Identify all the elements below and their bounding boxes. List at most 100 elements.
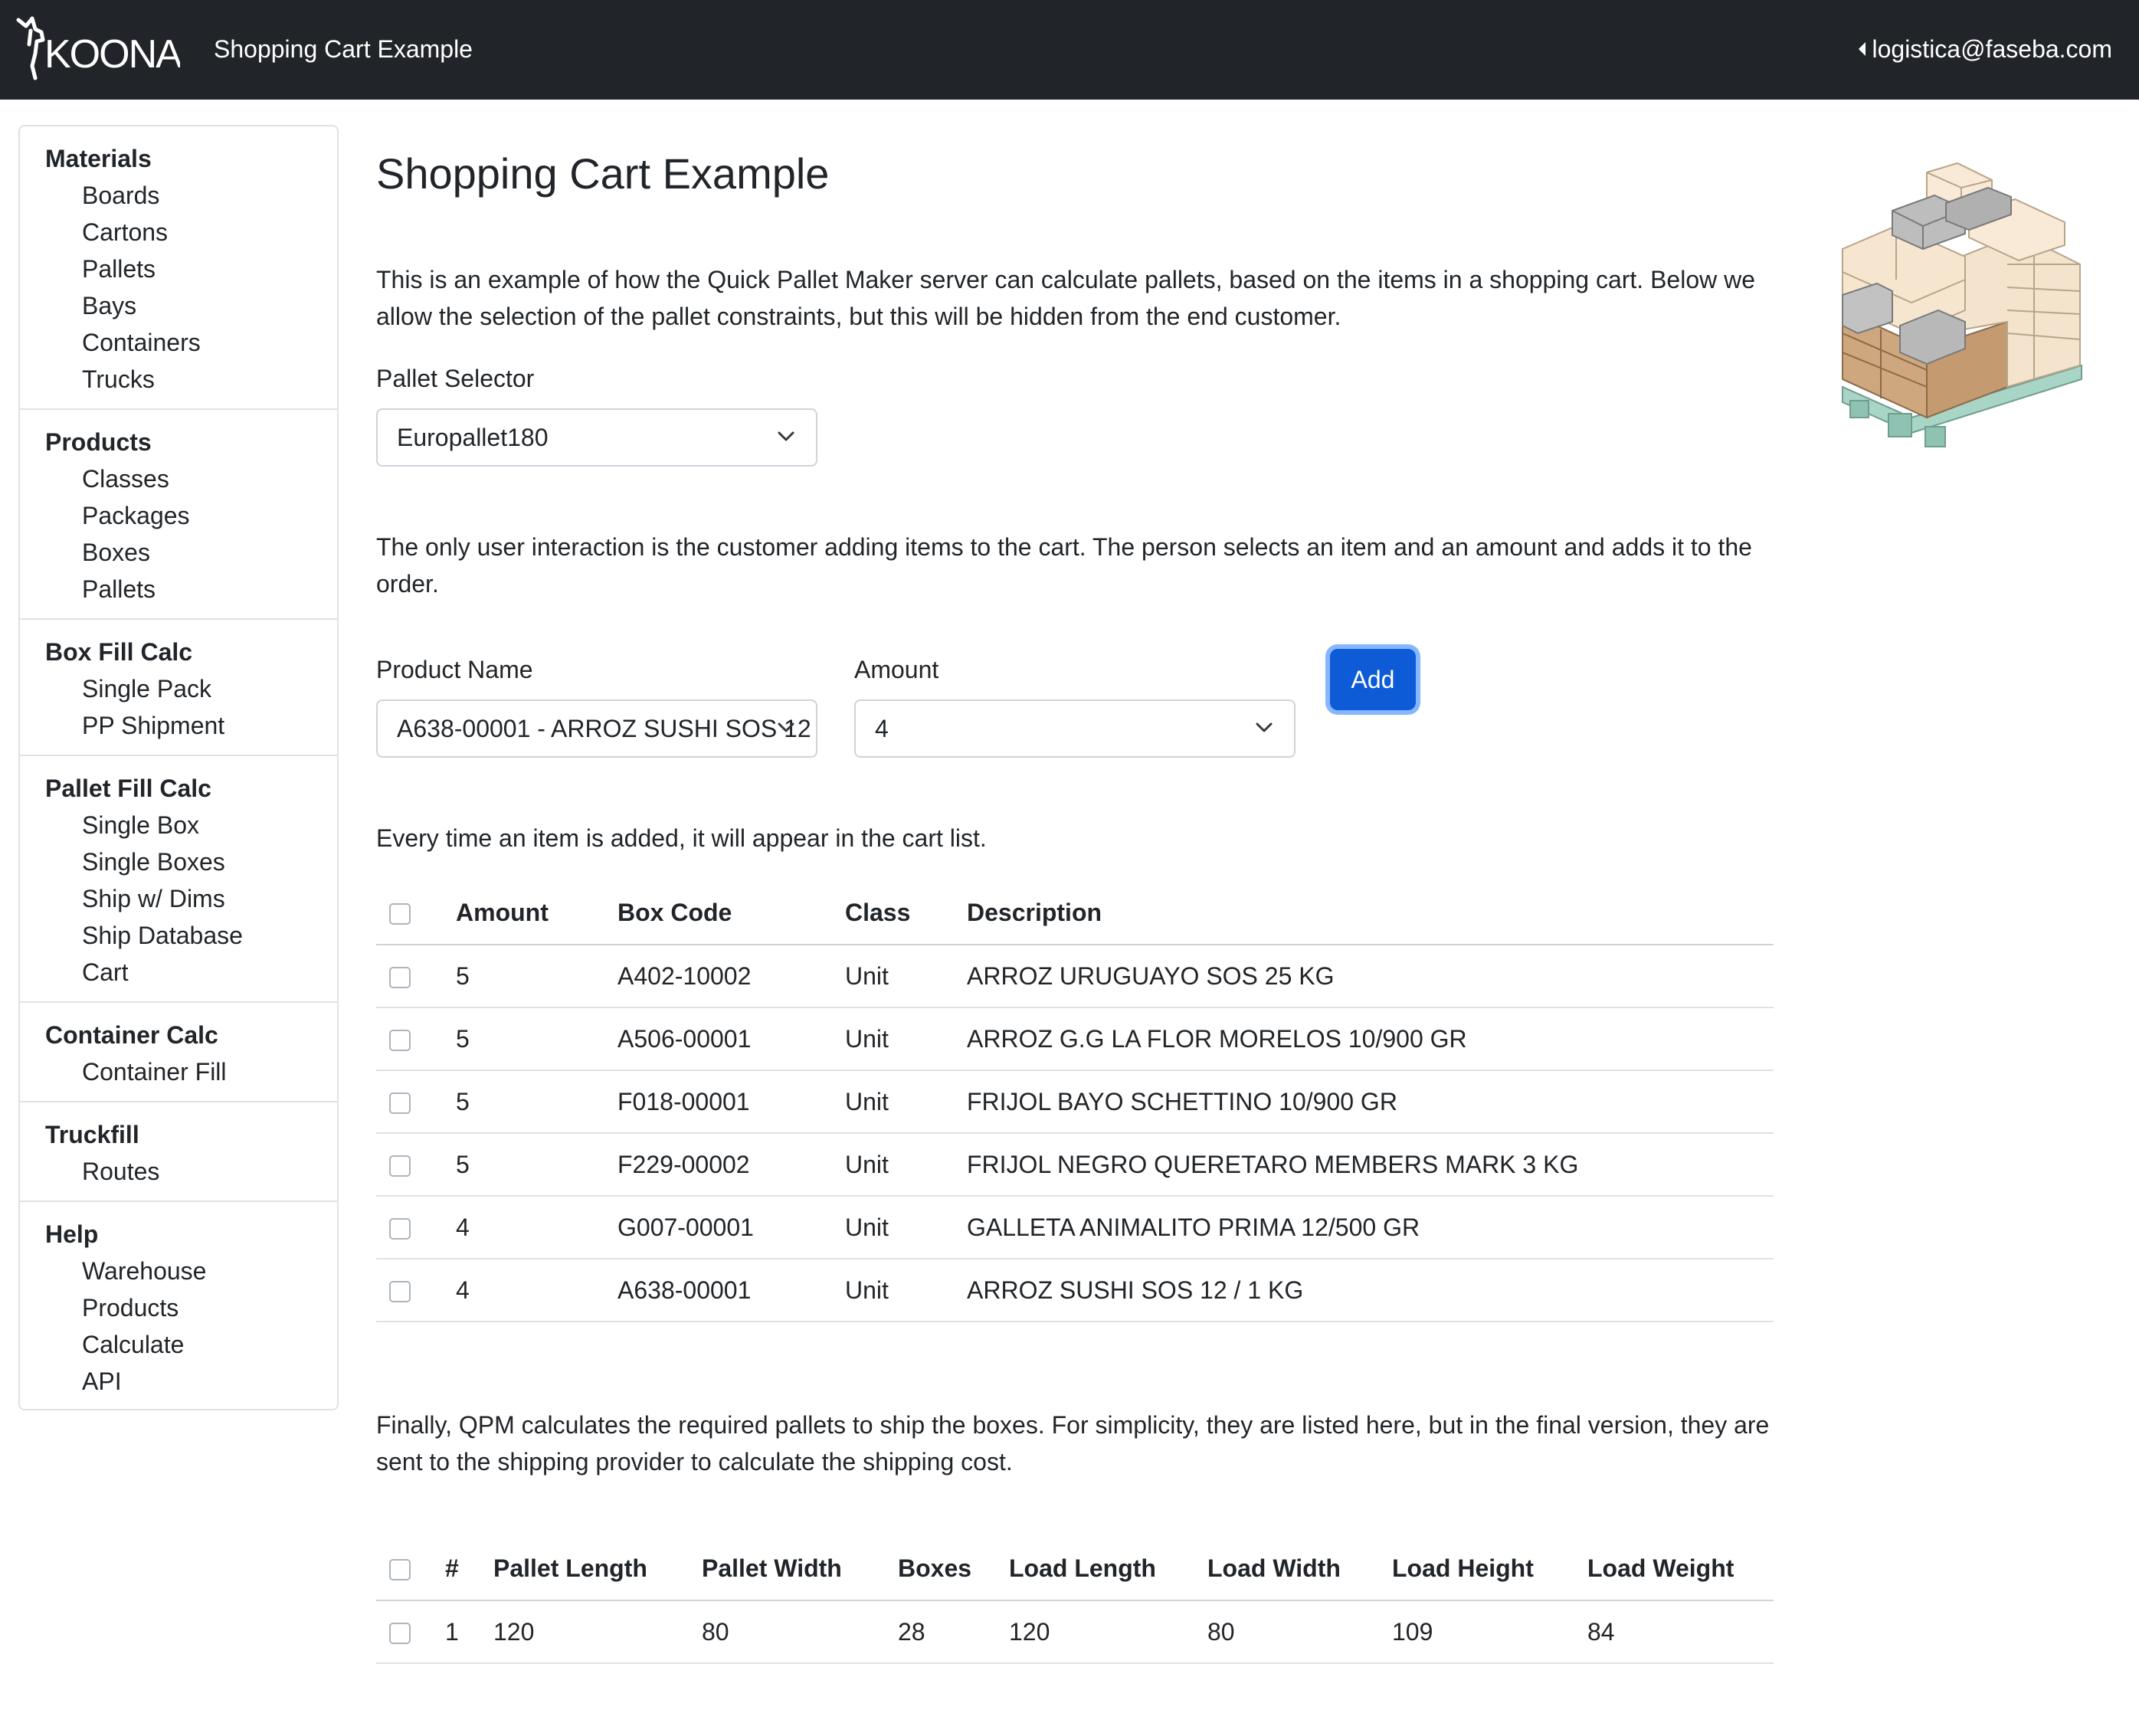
checkbox-cell	[376, 1007, 456, 1071]
column-header: Pallet Length	[493, 1537, 702, 1601]
koona-logo[interactable]: KOONA	[15, 14, 180, 83]
sidebar-item-single-boxes[interactable]: Single Boxes	[20, 843, 337, 880]
cart-cell: FRIJOL NEGRO QUERETARO MEMBERS MARK 3 KG	[967, 1133, 1774, 1197]
sidebar-group-pallet-fill-calc: Pallet Fill Calc Single Box Single Boxes Sh…	[20, 756, 337, 1003]
sidebar-group-truckfill: Truckfill Routes	[20, 1102, 337, 1202]
sidebar-item-packages[interactable]: Packages	[20, 497, 337, 534]
row-checkbox[interactable]	[389, 1623, 411, 1645]
sidebar-item-ship-w-dims[interactable]: Ship w/ Dims	[20, 880, 337, 917]
sidebar-section-header: Products	[45, 428, 152, 456]
cart-cell: 5	[456, 945, 617, 1008]
cart-row: 4 A638-00001 Unit ARROZ SUSHI SOS 12 / 1 KG	[376, 1259, 1774, 1322]
cart-cell: F229-00002	[617, 1133, 845, 1197]
cart-table-header: Amount Box Code Class Description	[376, 881, 1774, 945]
pallet-cell: 84	[1587, 1600, 1774, 1664]
pallet-cell: 120	[493, 1600, 702, 1664]
cart-cell: ARROZ SUSHI SOS 12 / 1 KG	[967, 1259, 1774, 1322]
sidebar-item-pallets[interactable]: Pallets	[20, 251, 337, 287]
chevron-down-icon	[778, 722, 794, 732]
cart-cell: 4	[456, 1196, 617, 1259]
sidebar-item-calculate[interactable]: Calculate	[20, 1326, 337, 1363]
sidebar-group-materials: Materials Boards Cartons Pallets Bays Contain…	[20, 126, 337, 410]
column-header: Boxes	[898, 1537, 1009, 1601]
sidebar-item-cartons[interactable]: Cartons	[20, 214, 337, 251]
sidebar-item-container-fill[interactable]: Container Fill	[20, 1053, 337, 1090]
pallet-result-table: # Pallet Length Pallet Width Boxes Load …	[376, 1537, 1774, 1664]
chevron-down-icon	[1256, 722, 1273, 732]
cart-row: 5 F018-00001 Unit FRIJOL BAYO SCHETTINO 10/…	[376, 1070, 1774, 1134]
column-header: Description	[967, 881, 1774, 945]
sidebar-group-help: Help Warehouse Products Calculate API	[20, 1202, 337, 1410]
pallet-row: 1 120 80 28 120 80 109 84	[376, 1600, 1774, 1664]
cart-cell: GALLETA ANIMALITO PRIMA 12/500 GR	[967, 1196, 1774, 1259]
sidebar-item-containers[interactable]: Containers	[20, 324, 337, 361]
cart-cell: A402-10002	[617, 945, 845, 1008]
sidebar-item-cart[interactable]: Cart	[20, 954, 337, 991]
sidebar-item-single-pack[interactable]: Single Pack	[20, 670, 337, 707]
sidebar-item-products[interactable]: Products	[20, 1289, 337, 1326]
sidebar-section-header: Container Calc	[45, 1021, 218, 1049]
sidebar-section-header: Truckfill	[45, 1121, 139, 1148]
sidebar-item-ship-database[interactable]: Ship Database	[20, 917, 337, 954]
sidebar-section-header: Pallet Fill Calc	[45, 775, 211, 802]
select-all-checkbox[interactable]	[389, 903, 411, 925]
select-all-checkbox[interactable]	[389, 1559, 411, 1581]
add-button[interactable]: Add	[1330, 649, 1416, 710]
sidebar-section-header: Materials	[45, 145, 152, 172]
column-header: Load Height	[1392, 1537, 1587, 1601]
sidebar-item-boards[interactable]: Boards	[20, 177, 337, 214]
column-header: Class	[845, 881, 967, 945]
pallet-cell: 109	[1392, 1600, 1587, 1664]
pallet-selector-label: Pallet Selector	[376, 365, 535, 392]
user-menu[interactable]: logistica@faseba.com	[1859, 32, 2112, 66]
cart-row: 5 F229-00002 Unit FRIJOL NEGRO QUERETARO ME…	[376, 1133, 1774, 1197]
row-checkbox[interactable]	[389, 1218, 411, 1240]
pallet-illustration	[1835, 157, 2092, 471]
product-select-value: A638-00001 - ARROZ SUSHI SOS 12 / 1 KG	[397, 715, 816, 742]
row-checkbox[interactable]	[389, 1030, 411, 1052]
chevron-down-icon	[778, 431, 794, 441]
row-checkbox[interactable]	[389, 967, 411, 989]
product-select[interactable]: A638-00001 - ARROZ SUSHI SOS 12 / 1 KG	[376, 699, 817, 758]
sidebar-item-warehouse[interactable]: Warehouse	[20, 1253, 337, 1289]
sidebar-item-pallets[interactable]: Pallets	[20, 571, 337, 608]
sidebar-item-routes[interactable]: Routes	[20, 1153, 337, 1190]
sidebar-item-boxes[interactable]: Boxes	[20, 534, 337, 571]
checkbox-cell	[376, 945, 456, 1008]
checkbox-cell	[376, 1133, 456, 1197]
amount-label: Amount	[854, 656, 939, 683]
cart-cell: 4	[456, 1259, 617, 1322]
pallet-selector[interactable]: Europallet180	[376, 408, 817, 467]
row-checkbox[interactable]	[389, 1155, 411, 1178]
final-text: Finally, QPM calculates the required pal…	[376, 1411, 1770, 1476]
user-email: logistica@faseba.com	[1872, 35, 2112, 63]
sidebar-item-classes[interactable]: Classes	[20, 460, 337, 497]
cart-cell: Unit	[845, 945, 967, 1008]
sidebar-item-trucks[interactable]: Trucks	[20, 361, 337, 398]
top-navbar: KOONA Shopping Cart Example logistica@fa…	[0, 0, 2139, 100]
sidebar-item-api[interactable]: API	[20, 1363, 337, 1400]
amount-select[interactable]: 4	[854, 699, 1296, 758]
cart-cell: 5	[456, 1133, 617, 1197]
amount-select-value: 4	[875, 715, 889, 742]
cart-table: Amount Box Code Class Description 5 A402-…	[376, 881, 1774, 1322]
sidebar-item-single-box[interactable]: Single Box	[20, 807, 337, 843]
row-checkbox[interactable]	[389, 1092, 411, 1115]
row-checkbox[interactable]	[389, 1281, 411, 1303]
cart-text: Every time an item is added, it will app…	[376, 824, 987, 852]
pallet-cell: 28	[898, 1600, 1009, 1664]
navbar-title[interactable]: Shopping Cart Example	[214, 32, 473, 66]
sidebar-section-header: Box Fill Calc	[45, 638, 193, 666]
pallet-cell: 80	[702, 1600, 898, 1664]
cart-cell: Unit	[845, 1133, 967, 1197]
column-header: Load Length	[1009, 1537, 1207, 1601]
pallet-cell: 120	[1009, 1600, 1207, 1664]
column-header: Box Code	[617, 881, 845, 945]
intro-text: This is an example of how the Quick Pall…	[376, 266, 1756, 330]
page-title: Shopping Cart Example	[376, 149, 830, 198]
cart-row: 4 G007-00001 Unit GALLETA ANIMALITO PRIMA 1…	[376, 1196, 1774, 1259]
cart-cell: Unit	[845, 1196, 967, 1259]
checkbox-cell	[376, 1600, 445, 1664]
sidebar-item-bays[interactable]: Bays	[20, 287, 337, 324]
sidebar-item-pp-shipment[interactable]: PP Shipment	[20, 707, 337, 744]
